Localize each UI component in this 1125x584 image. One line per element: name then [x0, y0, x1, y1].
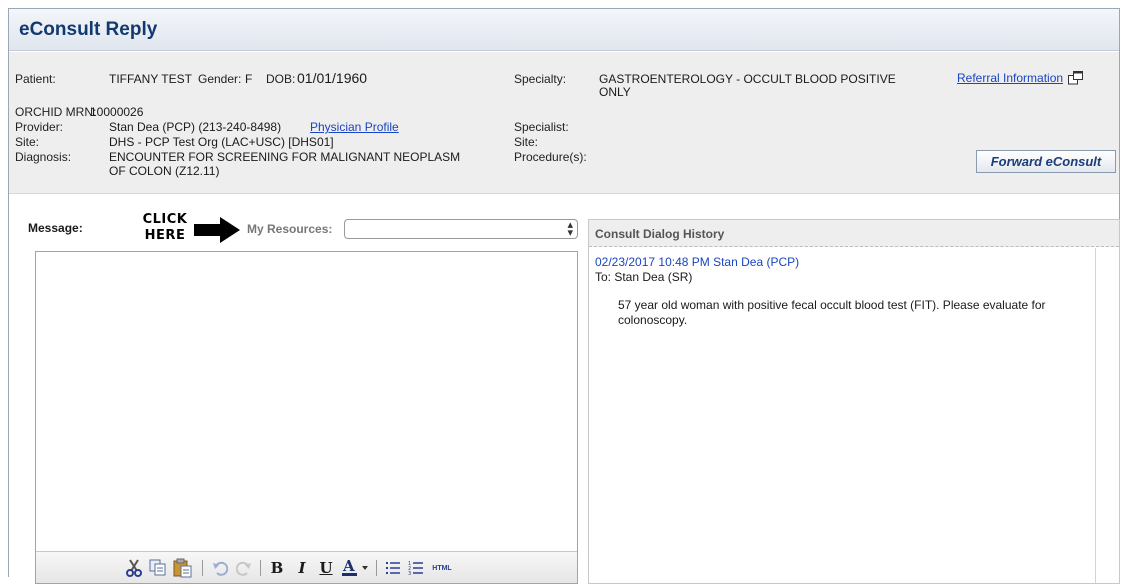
undo-icon[interactable] [210, 558, 230, 578]
my-resources-label: My Resources: [247, 222, 333, 236]
numbered-list-icon[interactable]: 1 2 3 [406, 558, 426, 578]
message-editor[interactable]: B I U A 1 2 3 HTML [35, 251, 578, 584]
mrn-value: 10000026 [90, 105, 144, 119]
history-scrollbar[interactable] [1095, 248, 1119, 583]
arrow-right-icon [194, 217, 240, 243]
mrn-label: ORCHID MRN: [15, 105, 97, 119]
toolbar-separator [202, 560, 203, 576]
toolbar-separator [376, 560, 377, 576]
gender-value: F [245, 72, 253, 86]
entry-recipient: To: Stan Dea (SR) [595, 270, 693, 284]
html-icon[interactable]: HTML [430, 558, 454, 578]
site-label: Site: [15, 135, 40, 149]
window-title: eConsult Reply [19, 19, 158, 40]
referral-info-link-wrap[interactable]: Referral Information [957, 71, 1084, 88]
paste-icon[interactable] [172, 558, 194, 578]
dob-value: 01/01/1960 [297, 70, 368, 86]
message-label: Message: [28, 221, 83, 235]
provider-label: Provider: [15, 120, 64, 134]
click-here-callout: CLICK HERE [138, 212, 192, 244]
econsult-reply-window: eConsult Reply Patient: TIFFANY TEST Gen… [8, 8, 1120, 584]
consult-dialog-history: Consult Dialog History 02/23/2017 10:48 … [588, 219, 1120, 584]
title-bar: eConsult Reply [9, 9, 1119, 51]
provider-value: Stan Dea (PCP) (213-240-8498) [109, 120, 282, 134]
referral-info-link[interactable]: Referral Information [957, 71, 1063, 85]
forward-econsult-button[interactable]: Forward eConsult [976, 150, 1116, 173]
diagnosis-line-1: ENCOUNTER FOR SCREENING FOR MALIGNANT NE… [109, 150, 461, 164]
specialty-line-1: GASTROENTEROLOGY - OCCULT BLOOD POSITIVE [599, 72, 896, 86]
bullet-list-icon[interactable] [383, 558, 403, 578]
referral-info-panel: Patient: TIFFANY TEST Gender: F DOB: 01/… [9, 52, 1119, 194]
cut-icon[interactable] [124, 558, 144, 578]
entry-date: 02/23/2017 10:48 PM Stan Dea (PCP) [595, 255, 800, 269]
callout-line-1: CLICK [142, 212, 188, 227]
specialty-line-2: ONLY [599, 85, 631, 99]
bold-icon[interactable]: B [268, 558, 286, 578]
select-arrows-icon: ▴ ▾ [567, 219, 573, 239]
message-input[interactable] [36, 252, 577, 551]
underline-icon[interactable]: U [317, 558, 335, 578]
procedures-label: Procedure(s): [514, 150, 587, 164]
copy-icon[interactable] [148, 558, 168, 578]
entry-message: 57 year old woman with positive fecal oc… [618, 298, 1046, 327]
dob-label: DOB: [266, 72, 296, 86]
my-resources-select[interactable]: ▴ ▾ [344, 219, 578, 239]
callout-line-2: HERE [144, 228, 186, 243]
diagnosis-line-2: OF COLON (Z12.11) [109, 164, 220, 178]
patient-name: TIFFANY TEST [109, 72, 192, 86]
italic-icon[interactable]: I [293, 558, 311, 578]
specialty-label: Specialty: [514, 72, 567, 86]
specialist-site-label: Site: [514, 135, 539, 149]
history-entry: 02/23/2017 10:48 PM Stan Dea (PCP) To: S… [589, 248, 1095, 583]
patient-label: Patient: [15, 72, 56, 86]
svg-text:3: 3 [408, 571, 411, 576]
editor-toolbar: B I U A 1 2 3 HTML [36, 551, 577, 583]
site-value: DHS - PCP Test Org (LAC+USC) [DHS01] [109, 135, 334, 149]
diagnosis-label: Diagnosis: [15, 150, 72, 164]
specialist-label: Specialist: [514, 120, 569, 134]
physician-profile-link[interactable]: Physician Profile [310, 120, 399, 134]
svg-text:A: A [342, 558, 355, 575]
font-color-icon[interactable]: A [341, 558, 371, 578]
history-title: Consult Dialog History [589, 220, 1119, 247]
external-window-icon[interactable] [1068, 71, 1084, 88]
toolbar-separator [260, 560, 261, 576]
redo-icon[interactable] [234, 558, 254, 578]
gender-label: Gender: [198, 72, 242, 86]
